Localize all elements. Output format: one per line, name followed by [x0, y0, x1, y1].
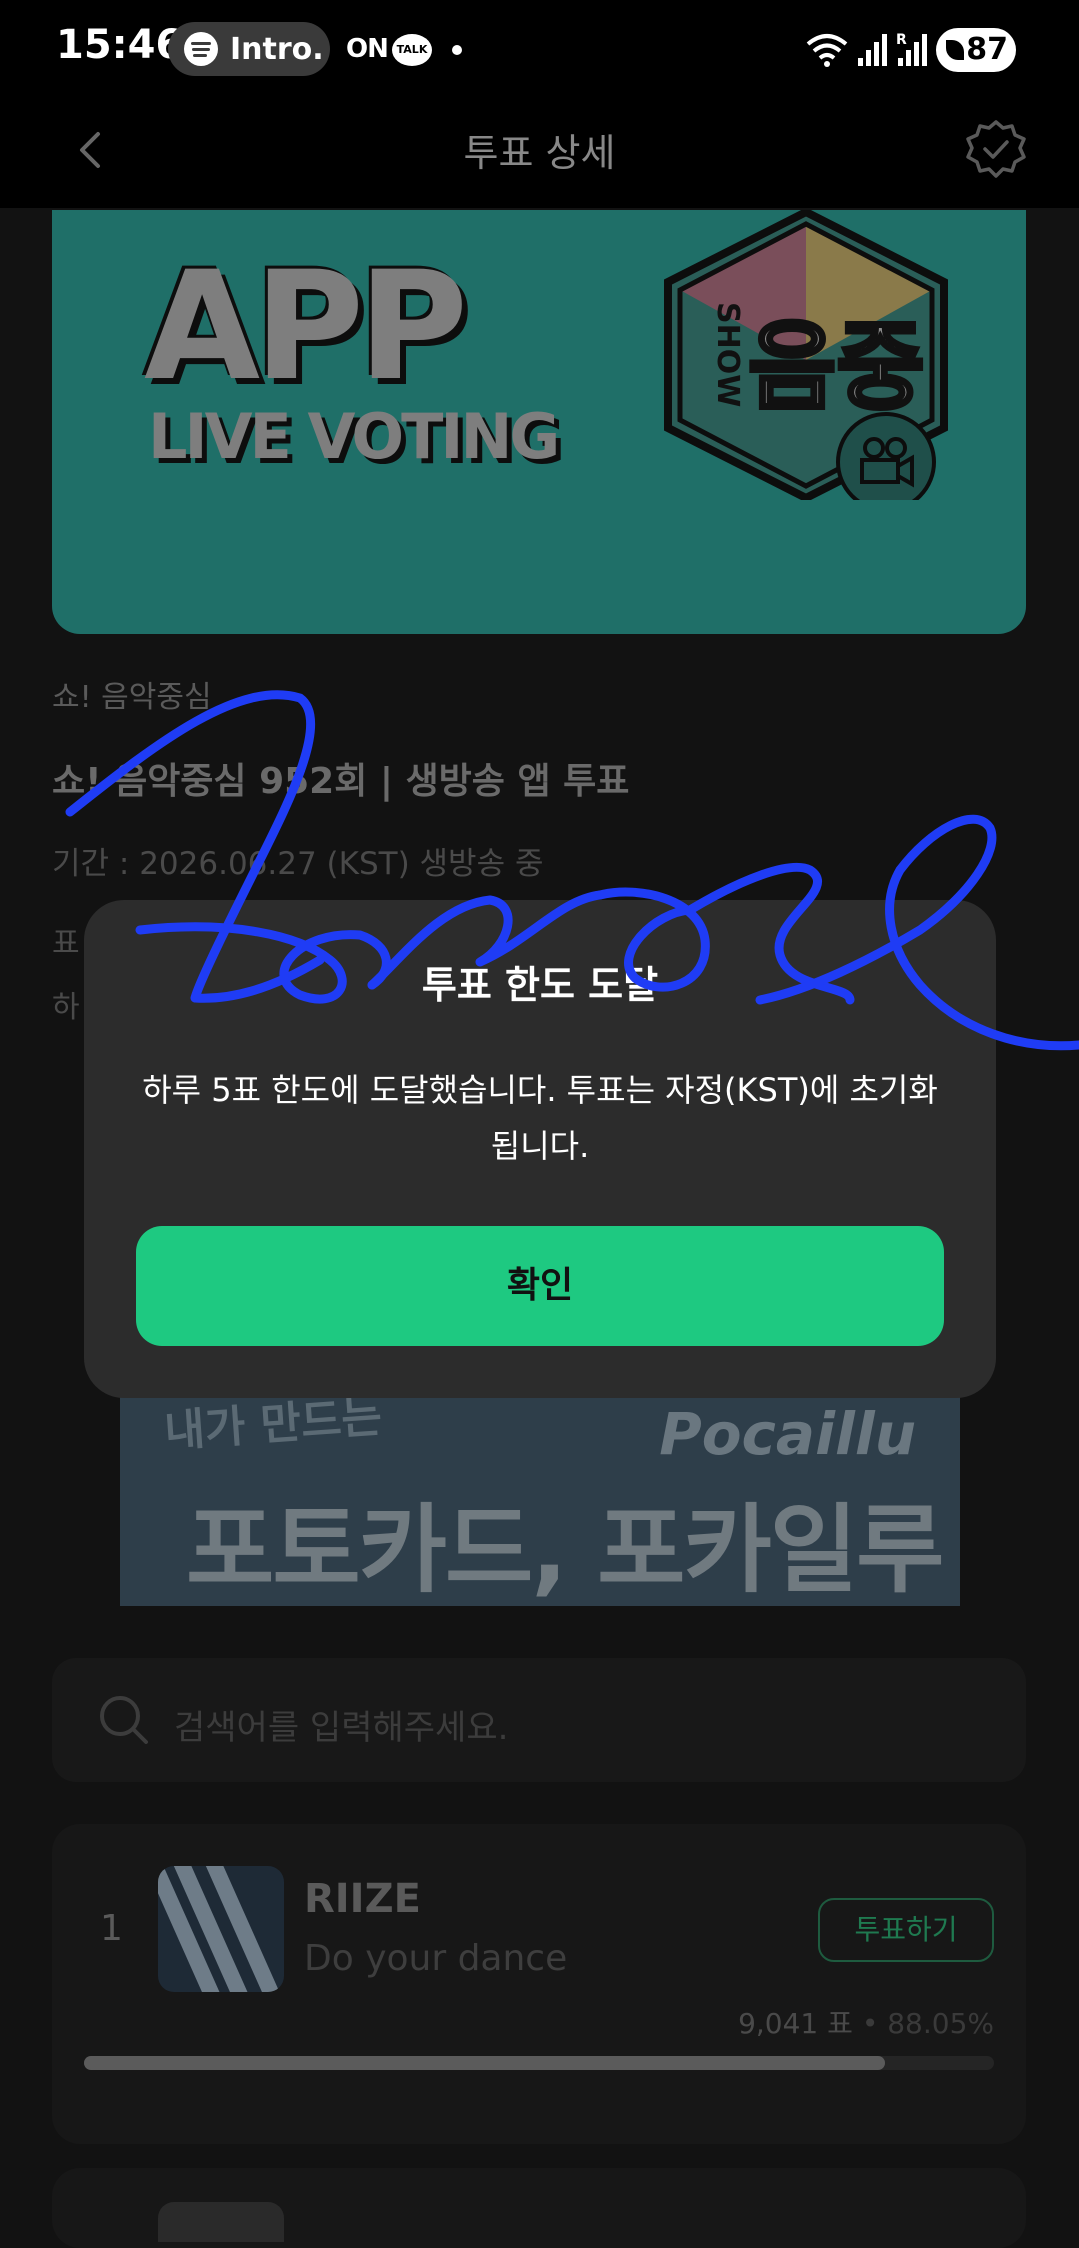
vote-description-line1: 표	[52, 926, 80, 961]
vote-description-line2: 하	[52, 990, 80, 1025]
media-pill[interactable]: Intro.	[168, 22, 330, 76]
show-music-core-logo: SHOW 음중	[664, 210, 948, 500]
banner-headline: APP	[144, 240, 468, 414]
search-icon	[100, 1696, 148, 1744]
ad-brand-logo: Pocaillu	[659, 1400, 916, 1468]
vote-stats: 9,041 표 • 88.05%	[0, 2002, 994, 2042]
rank-number: 1	[100, 1908, 123, 1949]
kakaotalk-icon: TALK	[392, 34, 432, 66]
album-cover	[158, 1866, 284, 1992]
status-time: 15:46	[56, 22, 184, 68]
vote-title: 쇼! 음악중심 952회 | 생방송 앱 투표	[52, 761, 630, 802]
battery-level: 87	[966, 32, 1008, 67]
media-track-label: Intro.	[230, 32, 324, 67]
dialog-title: 투표 한도 도달	[421, 963, 659, 1007]
ad-headline: 포토카드, 포카일루	[186, 1494, 944, 1606]
vote-percent: 88.05%	[887, 2007, 994, 2040]
spotify-icon	[184, 32, 218, 66]
stats-separator: •	[861, 2007, 879, 2040]
confirm-button[interactable]: 확인	[136, 1226, 944, 1346]
signal-icon	[858, 34, 887, 66]
artist-name: RIIZE	[304, 1876, 421, 1922]
event-banner[interactable]: APP LIVE VOTING SHOW 음중	[52, 210, 1026, 634]
search-input[interactable]: 검색어를 입력해주세요.	[174, 1700, 508, 1749]
ad-banner[interactable]: 내가 만드는 Pocaillu 포토카드, 포카일루	[120, 1380, 960, 1606]
logo-side-text: SHOW	[710, 302, 745, 407]
wifi-icon	[806, 34, 848, 67]
page-title: 투표 상세	[463, 131, 616, 175]
album-cover	[158, 2202, 284, 2242]
song-title: Do your dance	[304, 1938, 568, 1979]
vote-count: 9,041 표	[738, 2007, 853, 2040]
dialog-message: 하루 5표 한도에 도달했습니다. 투표는 자정(KST)에 초기화됩니다.	[142, 1071, 938, 1165]
logo-main-text: 음중	[748, 311, 925, 423]
verified-badge-icon[interactable]	[964, 118, 1028, 182]
on-app-icon: ON	[346, 34, 389, 64]
battery-indicator: 87	[936, 28, 1016, 72]
banner-subline: LIVE VOTING	[148, 400, 560, 473]
vote-period: 기간 : 2026.06.27 (KST) 생방송 중	[52, 846, 544, 882]
notification-dot-icon	[452, 45, 462, 55]
svg-text:R: R	[896, 32, 907, 48]
vote-progress-fill	[84, 2056, 885, 2070]
vote-button[interactable]: 투표하기	[818, 1898, 994, 1962]
signal-roaming-icon: R	[896, 32, 927, 66]
program-category: 쇼! 음악중심	[52, 680, 212, 715]
battery-saver-icon	[946, 40, 964, 60]
